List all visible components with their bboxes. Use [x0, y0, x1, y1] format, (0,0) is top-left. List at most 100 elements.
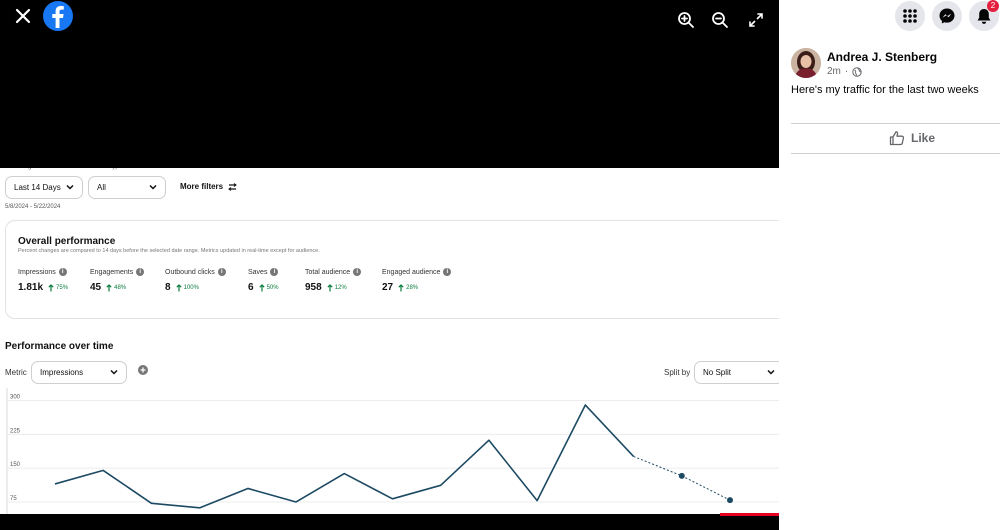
- post-meta: 2m ·: [827, 66, 862, 77]
- chevron-down-icon: [110, 369, 118, 375]
- arrow-up-icon: [106, 283, 112, 291]
- metric-name: Outbound clicks i: [165, 268, 226, 276]
- metric-value: 1.81k: [18, 282, 44, 293]
- split-by-value: No Split: [703, 368, 732, 377]
- content-type-value: All: [97, 183, 106, 192]
- viewer-bottom-bar: [0, 514, 779, 530]
- menu-grid-icon: [903, 9, 917, 23]
- zoom-in-icon[interactable]: [675, 9, 697, 31]
- avatar[interactable]: [791, 48, 821, 78]
- split-by-label: Split by: [664, 368, 691, 377]
- like-button[interactable]: Like: [889, 130, 935, 146]
- thumbs-up-icon: [889, 131, 905, 146]
- metric-value: 27: [382, 282, 394, 293]
- performance-over-time-title: Performance over time: [5, 341, 114, 352]
- data-point: [678, 472, 685, 479]
- like-label: Like: [911, 131, 936, 145]
- close-icon[interactable]: [12, 5, 34, 27]
- data-point: [727, 497, 733, 504]
- red-accent-bar: [720, 513, 779, 516]
- split-by-select: No Split: [694, 361, 779, 384]
- facebook-logo[interactable]: [43, 1, 73, 31]
- y-tick-label: 225: [10, 428, 21, 434]
- chevron-down-icon: [66, 184, 74, 190]
- info-icon: i: [58, 268, 67, 276]
- metric-change: 28%: [398, 283, 418, 292]
- photo-viewer: Date range Content type Last 14 Days All…: [0, 0, 779, 530]
- metric-name: Saves i: [248, 268, 279, 276]
- metric-value-row: 6 50%: [248, 282, 279, 293]
- series-line: [54, 404, 635, 509]
- metric-item: Total audience i 958 12%: [305, 268, 362, 293]
- post-sidebar: 2 Andrea J. Stenberg 2m · Here's my traf…: [779, 0, 1000, 530]
- metric-change: 48%: [106, 283, 127, 292]
- metric-item: Impressions i 1.81k 75%: [18, 268, 68, 293]
- arrow-up-icon: [327, 283, 333, 291]
- metric-name-text: Outbound clicks: [165, 268, 215, 276]
- post-author[interactable]: Andrea J. Stenberg: [827, 50, 937, 64]
- metric-name-text: Impressions: [18, 268, 56, 276]
- messenger-icon: [939, 8, 955, 24]
- metric-value-row: 8 100%: [165, 282, 226, 293]
- metric-name: Engagements i: [90, 268, 145, 276]
- metric-change-text: 48%: [114, 284, 127, 291]
- metric-item: Engagements i 45 48%: [90, 268, 145, 293]
- metric-value-row: 958 12%: [305, 282, 361, 293]
- metric-value: 958: [305, 282, 322, 293]
- y-tick-label: 300: [10, 395, 21, 401]
- overall-performance-card: Overall performance Percent changes are …: [5, 220, 779, 319]
- metric-change-text: 75%: [56, 284, 69, 291]
- metric-value: 6: [248, 282, 254, 293]
- metric-item: Saves i 6 50%: [248, 268, 279, 293]
- info-icon: i: [270, 268, 279, 276]
- y-tick-label: 75: [10, 496, 17, 502]
- content-type-select: All: [88, 176, 166, 199]
- date-span: 5/8/2024 - 5/22/2024: [5, 204, 61, 210]
- arrow-up-icon: [175, 283, 182, 291]
- info-icon: i: [136, 268, 145, 276]
- metric-change: 75%: [48, 283, 69, 292]
- info-icon: i: [443, 268, 452, 276]
- metric-select: Impressions: [31, 361, 127, 384]
- impressions-line-chart: 300 225 150 75: [6, 388, 779, 515]
- metric-change-text: 50%: [266, 284, 279, 291]
- metric-name: Engaged audience i: [382, 268, 452, 276]
- date-range-select: Last 14 Days: [5, 176, 83, 199]
- metric-change: 100%: [175, 283, 199, 292]
- metric-change-text: 12%: [334, 284, 347, 291]
- arrow-up-icon: [398, 283, 404, 291]
- chevron-down-icon: [149, 184, 157, 190]
- info-icon: i: [353, 268, 362, 276]
- notification-badge: 2: [987, 0, 999, 12]
- metric-item: Engaged audience i 27 28%: [382, 268, 452, 293]
- menu-grid-button[interactable]: [895, 1, 925, 31]
- add-icon: [138, 365, 148, 375]
- divider: [791, 123, 1000, 124]
- metric-change-text: 100%: [183, 284, 199, 291]
- divider: [791, 153, 1000, 154]
- arrow-up-icon: [258, 283, 265, 291]
- more-filters: More filters: [180, 182, 238, 191]
- y-tick-label: 150: [10, 462, 21, 468]
- arrow-up-icon: [48, 283, 54, 291]
- expand-icon[interactable]: [745, 9, 767, 31]
- more-filters-label: More filters: [180, 182, 224, 191]
- globe-icon: [852, 66, 862, 77]
- metric-value: 45: [90, 282, 102, 293]
- metric-name: Impressions i: [18, 268, 68, 276]
- filter-icon: [228, 182, 238, 191]
- messenger-button[interactable]: [932, 1, 962, 31]
- overall-title: Overall performance: [18, 236, 116, 247]
- metric-value-row: 45 48%: [90, 282, 144, 293]
- info-icon: i: [217, 268, 226, 276]
- metric-value: 8: [165, 282, 171, 293]
- zoom-out-icon[interactable]: [709, 9, 731, 31]
- metric-value-row: 27 28%: [382, 282, 451, 293]
- post-text: Here's my traffic for the last two weeks: [791, 84, 979, 96]
- metric-change: 12%: [327, 283, 347, 292]
- metric-name-text: Engagements: [90, 268, 134, 276]
- metric-label: Metric: [5, 368, 27, 377]
- metric-name-text: Engaged audience: [382, 268, 441, 276]
- post-time[interactable]: 2m: [827, 66, 841, 77]
- overall-subtitle: Percent changes are compared to 14 days …: [18, 248, 320, 254]
